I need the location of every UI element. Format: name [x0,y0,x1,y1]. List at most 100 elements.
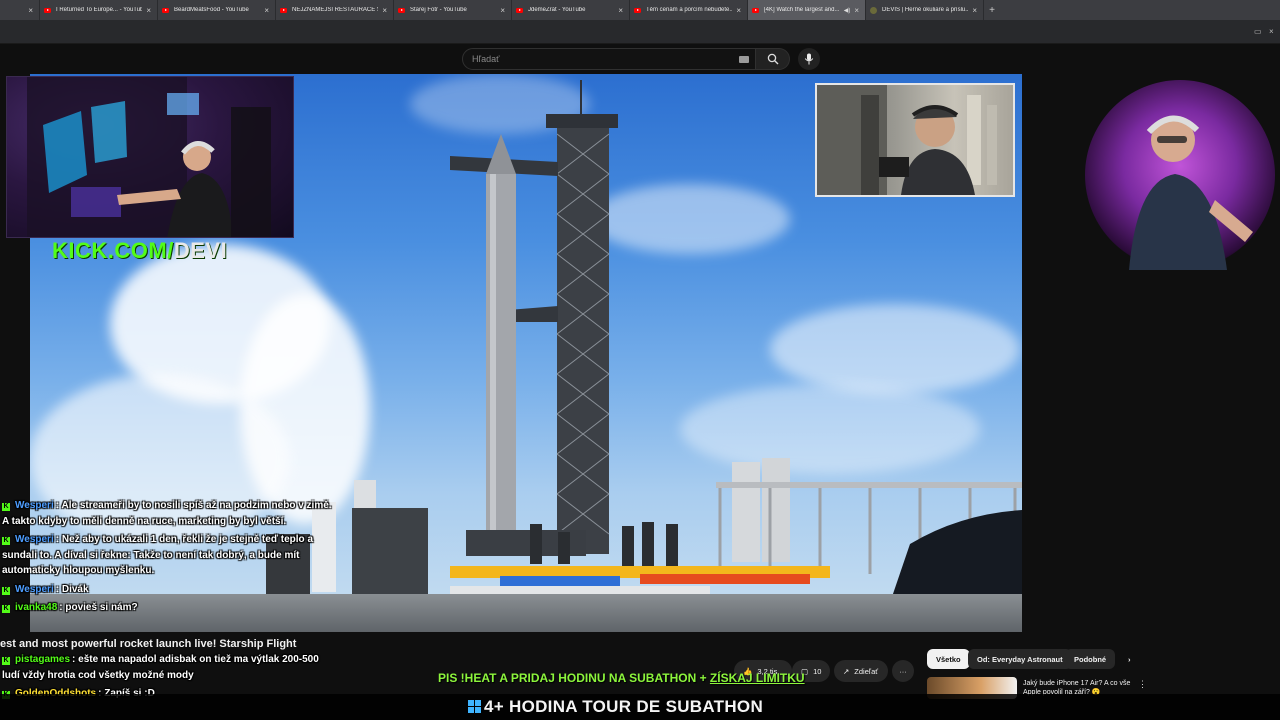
chat-message: Kpistagames: ešte ma napadol adisbak on … [2,654,319,681]
close-tab-icon[interactable]: × [500,6,505,15]
close-tab-icon[interactable]: × [28,6,33,15]
windows-logo-icon [468,700,481,713]
chat-message: K Wesperi: Divák [2,583,89,595]
youtube-icon [516,7,523,13]
tank [732,462,760,562]
search-icon [767,53,778,65]
chat-message: Kivanka48: povieš si nám? [2,602,138,613]
chat-username: Wesperi [15,534,54,545]
screen: × I Returned To Europe... - YouTube × Be… [0,0,1280,720]
new-tab-button[interactable]: + [984,0,1000,20]
promo-highlight: ZÍSKAJ LIMITKU [709,671,805,685]
stream-chat-overlay: K Wesperi: Ale streameři by to nosili spí… [2,498,332,616]
browser-tab[interactable]: Těm cenám a porcím nebudete... × [630,0,748,20]
close-tab-icon[interactable]: × [618,6,623,15]
gaming-setup-illustration [27,77,271,237]
promo-text: PIS !HEAT A PRIDAJ HODINU NA SUBATHON + [438,671,710,685]
more-icon: ··· [899,666,907,676]
kebab-menu-icon[interactable]: ⋮ [1138,679,1147,690]
chat-username: pistagames [15,654,71,665]
facecam-illustration [1129,115,1253,270]
building [352,508,428,594]
chips-next-button[interactable]: › [1124,649,1135,669]
video-title: est and most powerful rocket launch live… [0,638,300,650]
equipment [640,574,810,584]
chevron-right-icon: › [1128,654,1131,664]
keyboard-icon[interactable] [739,56,749,63]
browser-tab[interactable]: DEVIS | Herné okuliare a príslu... × [866,0,984,20]
picture-in-picture-host-cam [815,83,1015,197]
youtube-icon [398,7,405,13]
search-placeholder: Hľadať [472,54,500,64]
subathon-promo-banner: PIS !HEAT A PRIDAJ HODINU NA SUBATHON + … [438,671,805,685]
chat-username: Wesperi [15,583,54,595]
browser-tab-active[interactable]: [4K] Watch the largest and... ◀) × [748,0,866,20]
kick-badge-icon: K [2,605,10,613]
site-icon [870,6,877,14]
tab-title: NEJZNÁMĚJŠÍ RESTAURACE Sa... [292,7,378,13]
voice-search-button[interactable] [798,48,820,70]
kick-badge-icon: K [2,503,10,511]
tab-title: Starej Fotr - YouTube [410,7,467,13]
browser-tab-strip: × I Returned To Europe... - YouTube × Be… [0,0,1280,20]
tower-top [546,114,618,128]
tank [762,458,790,562]
share-label: Zdieľať [854,666,879,676]
subathon-tour-banner: 4+ HODINA TOUR DE SUBATHON [0,694,1280,720]
browser-tab[interactable]: NEJZNÁMĚJŠÍ RESTAURACE Sa... × [276,0,394,20]
browser-toolbar: ▭ × [0,20,1280,44]
share-button[interactable]: ↗ Zdieľať [834,660,888,682]
chat-username: Wesperi [15,500,54,511]
share-icon: ↗ [843,666,850,676]
browser-tab[interactable]: × [0,0,40,20]
close-tab-icon[interactable]: × [972,6,977,15]
tab-title: I Returned To Europe... - YouTube [56,7,143,13]
chat-message: K Wesperi: Než aby to ukázali 1 den, řekl… [2,534,314,576]
chip-related[interactable]: Podobné [1065,649,1116,669]
chip-from-channel[interactable]: Od: Everyday Astronaut [968,649,1072,669]
rocket-nose [486,134,516,174]
browser-tab[interactable]: I Returned To Europe... - YouTube × [40,0,158,20]
microphone-icon [804,53,814,65]
comment-count: 10 [813,666,822,676]
more-actions-button[interactable]: ··· [892,660,914,682]
chat-text: Divák [61,583,89,595]
chip-all[interactable]: Všetko [927,649,970,669]
search-button[interactable] [756,48,790,70]
equipment [500,576,620,586]
kick-badge-icon: K [2,657,10,665]
tab-title: JdemeŽrát - YouTube [528,7,586,13]
speaker-icon[interactable]: ◀) [844,7,851,14]
chat-username: ivanka48 [15,602,58,613]
chat-message: K Wesperi: Ale streameři by to nosili spí… [2,500,332,527]
browser-tab[interactable]: JdemeŽrát - YouTube × [512,0,630,20]
tab-title: Těm cenám a porcím nebudete... [646,7,733,13]
kick-badge-icon: K [2,537,10,545]
kick-badge-icon: K [2,586,10,595]
pipe-rack [716,482,1022,488]
streamer-webcam-setup [6,76,294,238]
chat-text: povieš si nám? [65,602,138,613]
youtube-icon [162,7,169,13]
tab-title: [4K] Watch the largest and... [764,7,840,13]
youtube-icon [752,7,759,13]
close-tab-icon[interactable]: × [264,6,269,15]
kick-channel-overlay: KICK.COM/DEVI [52,238,228,263]
youtube-icon [280,7,287,13]
cast-icon[interactable]: ▭ [1254,27,1262,36]
rocket-highlight [490,174,496,546]
youtube-icon [634,7,641,13]
tab-title: DEVIS | Herné okuliare a príslu... [882,7,969,13]
youtube-icon [44,7,51,13]
close-tab-icon[interactable]: × [146,6,151,15]
tab-title: BeardMeatsFood - YouTube [174,7,249,13]
close-tab-icon[interactable]: × [736,6,741,15]
search-input[interactable]: Hľadať [462,48,756,70]
close-tab-icon[interactable]: × [854,6,859,15]
browser-tab[interactable]: Starej Fotr - YouTube × [394,0,512,20]
tour-banner-text: 4+ HODINA TOUR DE SUBATHON [484,697,764,716]
browser-tab[interactable]: BeardMeatsFood - YouTube × [158,0,276,20]
close-icon[interactable]: × [1269,27,1274,36]
host-cam-illustration [817,85,997,195]
close-tab-icon[interactable]: × [382,6,387,15]
